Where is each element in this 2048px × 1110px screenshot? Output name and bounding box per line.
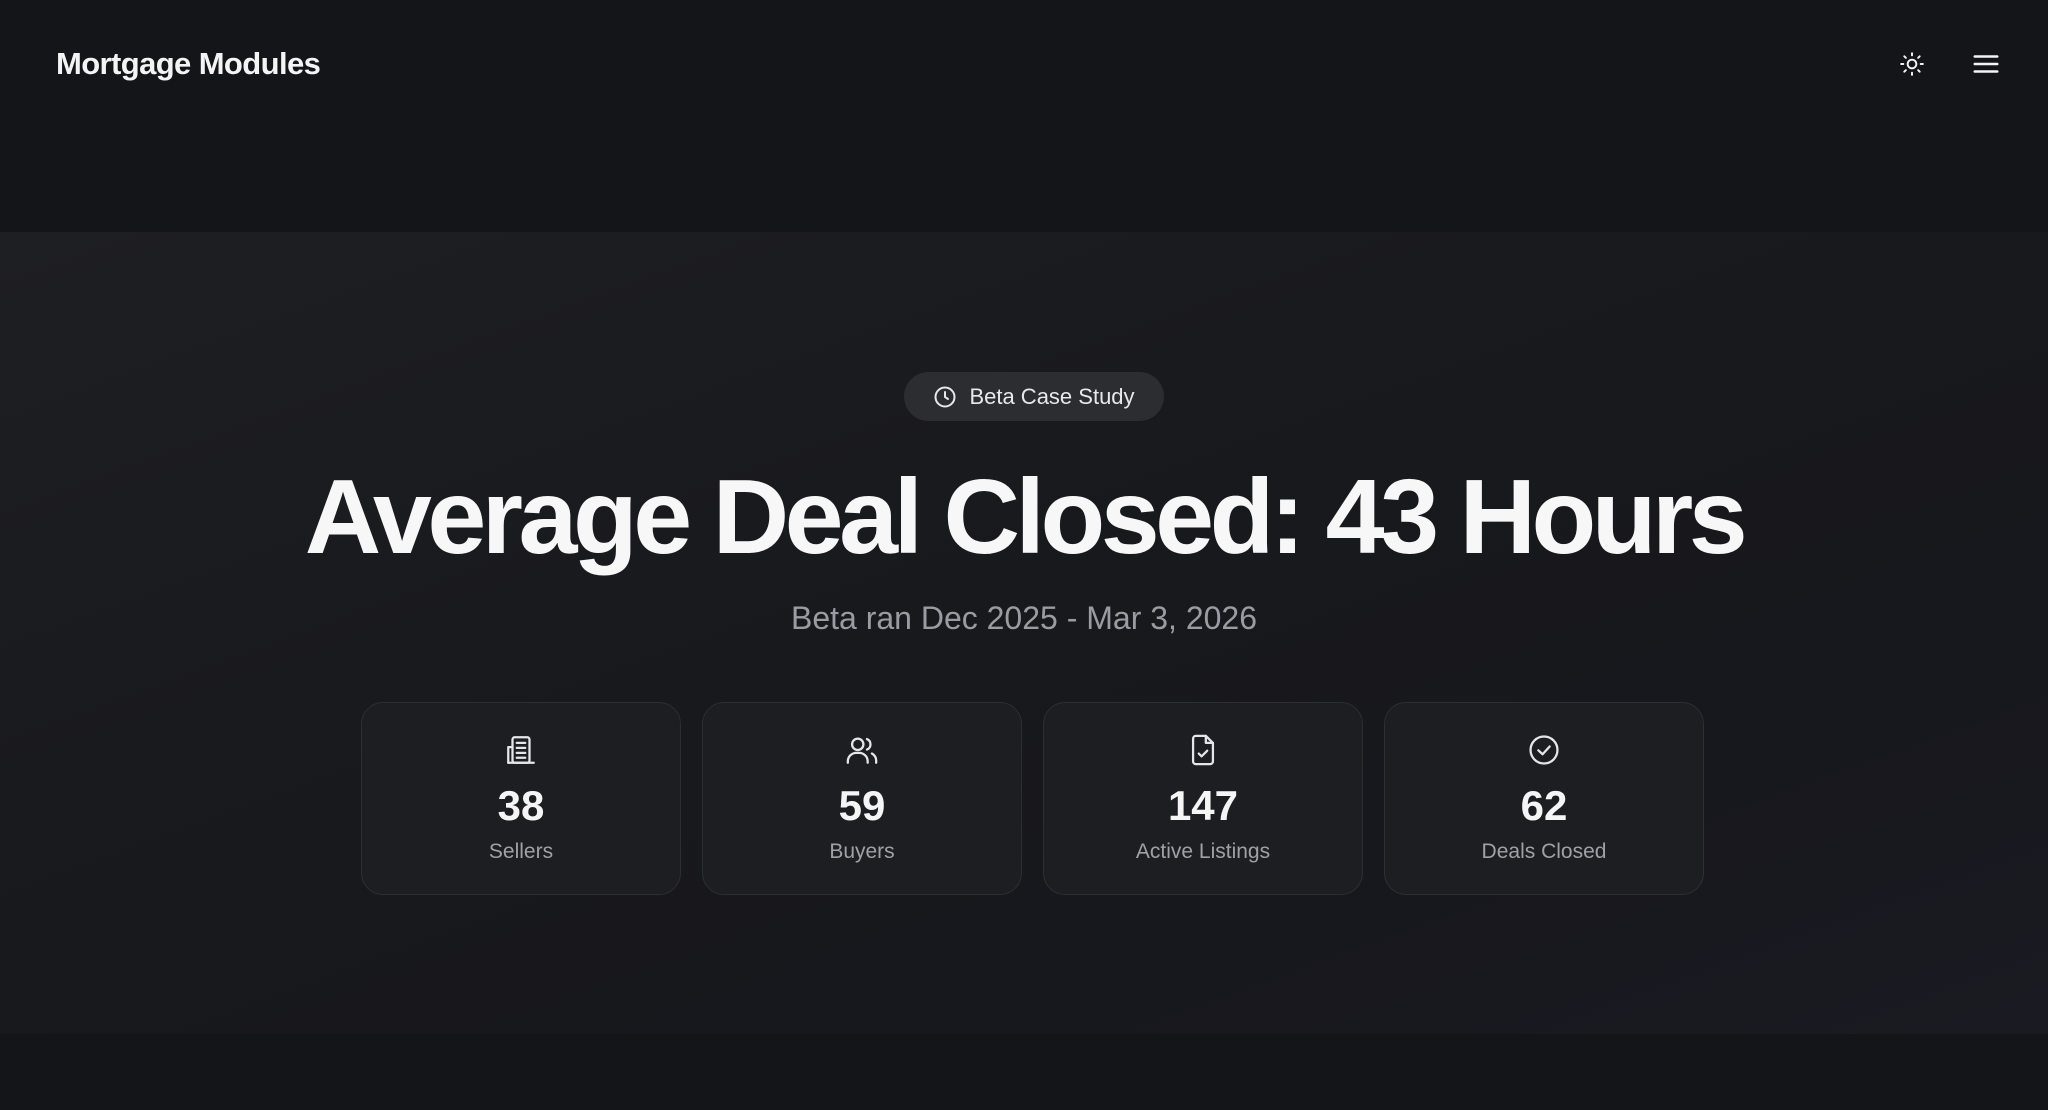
file-check-icon	[1191, 734, 1215, 766]
hero-headline: Average Deal Closed: 43 Hours	[304, 458, 1748, 576]
stat-label: Deals Closed	[1481, 840, 1607, 863]
badge-label: Beta Case Study	[969, 383, 1135, 409]
check-circle-icon	[1529, 735, 1559, 765]
stat-icon-wrap	[1044, 733, 1362, 767]
stat-card-buyers: 59 Buyers	[702, 702, 1022, 895]
case-study-badge: Beta Case Study	[904, 372, 1164, 421]
stat-value: 38	[497, 782, 545, 829]
stat-icon-wrap	[1385, 733, 1703, 767]
stat-label: Buyers	[829, 840, 895, 863]
hamburger-menu-icon	[1973, 55, 1999, 73]
stat-card-sellers: 38 Sellers	[361, 702, 681, 895]
building-icon	[507, 736, 535, 764]
stat-label: Active Listings	[1135, 840, 1271, 863]
stat-card-active-listings: 147 Active Listings	[1043, 702, 1363, 895]
stat-card-deals-closed: 62 Deals Closed	[1384, 702, 1704, 895]
page: Mortgage Modules Beta Case Study Average…	[0, 0, 2048, 1110]
hero-subtitle: Beta ran Dec 2025 - Mar 3, 2026	[790, 600, 1258, 636]
stat-value: 147	[1167, 782, 1239, 829]
clock-icon	[934, 386, 956, 407]
stat-icon-wrap	[362, 733, 680, 767]
menu-button[interactable]	[1968, 46, 2004, 82]
theme-toggle-button[interactable]	[1894, 46, 1930, 82]
hero-section: Beta Case Study Average Deal Closed: 43 …	[0, 232, 2048, 1034]
stat-value: 62	[1520, 782, 1568, 829]
site-header: Mortgage Modules	[0, 0, 2048, 128]
header-actions	[1894, 46, 2004, 82]
stat-label: Sellers	[488, 840, 554, 863]
stat-icon-wrap	[703, 733, 1021, 767]
sun-icon	[1900, 52, 1924, 76]
stat-value: 59	[838, 782, 886, 829]
stats-grid: 38 Sellers 59 Buyers 147 Active Listings…	[361, 702, 1706, 895]
users-icon	[846, 737, 878, 764]
brand-logo[interactable]: Mortgage Modules	[56, 46, 321, 82]
